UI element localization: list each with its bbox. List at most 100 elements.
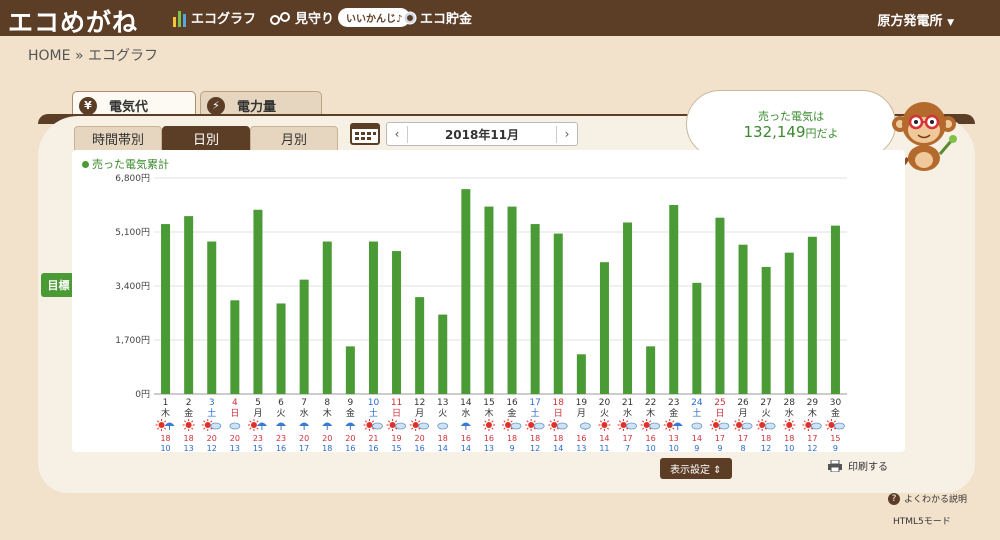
help-link[interactable]: ? よくわかる説明 (888, 492, 967, 505)
high-temp-label: 17 (738, 434, 748, 443)
low-temp-label: 16 (345, 444, 355, 452)
bar (669, 205, 679, 394)
low-temp-label: 13 (576, 444, 586, 452)
sun-icon (643, 422, 650, 428)
tab-monthly[interactable]: 月別 (250, 126, 338, 151)
bar (161, 224, 171, 394)
sun-icon (528, 422, 535, 428)
umbrella-icon (299, 422, 310, 426)
sun-icon (485, 422, 492, 428)
print-button[interactable]: 印刷する (828, 458, 888, 473)
sun-ray (718, 420, 721, 423)
x-day-label: 9 (347, 398, 353, 408)
sun-ray (533, 420, 536, 423)
sun-ray (803, 427, 806, 430)
bar (392, 251, 402, 394)
calendar-icon[interactable] (350, 121, 380, 145)
date-selector: ‹ 2018年11月 › (386, 122, 578, 146)
low-temp-label: 14 (438, 444, 448, 452)
sun-ray (626, 420, 629, 423)
glasses-icon (270, 11, 290, 25)
cloud-icon (437, 422, 449, 430)
bar (830, 225, 840, 394)
sun-ray (164, 427, 167, 430)
sun-ray (757, 420, 760, 423)
umbrella-icon (276, 422, 287, 426)
umbrella-icon (345, 422, 356, 426)
bar (276, 303, 286, 394)
tab-time-zone[interactable]: 時間帯別 (74, 126, 162, 151)
sun-ray (156, 420, 160, 423)
question-icon: ? (888, 492, 900, 505)
html5-mode-link[interactable]: HTML5モード (893, 514, 951, 527)
breadcrumb-home[interactable]: HOME (28, 48, 70, 64)
high-temp-label: 16 (576, 434, 586, 443)
plant-selector[interactable]: 原方発電所 ▼ (878, 10, 954, 29)
bar (807, 236, 817, 394)
nav-watch[interactable]: 見守り いいかんじ♪ (270, 8, 411, 27)
cloud-icon (418, 422, 430, 430)
bubble-title: 売った電気は (758, 110, 824, 123)
nav-eco-savings[interactable]: エコ貯金 (403, 8, 472, 27)
y-tick-label: 5,100円 (115, 227, 150, 238)
low-temp-label: 13 (230, 444, 240, 452)
sun-ray (734, 420, 737, 423)
x-day-label: 28 (784, 398, 796, 408)
high-temp-label: 18 (438, 434, 448, 443)
sun-ray (618, 420, 622, 423)
cloud-icon (691, 422, 703, 430)
sun-ray (711, 420, 714, 423)
sun-ray (784, 427, 787, 430)
low-temp-label: 16 (368, 444, 378, 452)
tab-daily[interactable]: 日別 (162, 126, 250, 151)
sun-ray (411, 427, 414, 430)
sun-ray (510, 420, 513, 423)
sun-icon (805, 422, 812, 428)
x-weekday-label: 金 (831, 407, 840, 419)
sun-ray (503, 427, 506, 430)
high-temp-label: 20 (322, 434, 332, 443)
display-settings-button[interactable]: 表示設定 ⇕ (660, 458, 732, 479)
sun-ray (184, 420, 187, 423)
sun-icon (786, 422, 793, 428)
high-temp-label: 18 (761, 434, 771, 443)
low-temp-label: 12 (761, 444, 771, 452)
x-weekday-label: 金 (508, 407, 517, 419)
sun-ray (249, 427, 252, 430)
high-temp-label: 18 (160, 434, 170, 443)
sold-electricity-bubble: 売った電気は 132,149円だよ (686, 90, 896, 158)
sun-ray (665, 420, 668, 423)
high-temp-label: 18 (184, 434, 194, 443)
bar (784, 252, 794, 394)
sun-ray (606, 420, 610, 423)
sun-ray (387, 420, 391, 423)
x-day-label: 25 (714, 398, 725, 408)
bar (322, 241, 332, 394)
x-weekday-label: 火 (438, 408, 447, 419)
bar (761, 266, 771, 394)
cloud-icon (741, 422, 753, 430)
x-day-label: 20 (599, 398, 611, 408)
sun-icon (204, 422, 211, 428)
cloud-icon (764, 422, 776, 430)
sun-ray (642, 427, 645, 430)
high-temp-label: 13 (669, 434, 679, 443)
sun-ray (599, 427, 602, 430)
x-weekday-label: 水 (300, 407, 309, 419)
high-temp-label: 23 (276, 434, 286, 443)
daily-bar-chart: 0円1,700円3,400円5,100円6,800円1木18102金18133土… (115, 173, 847, 452)
nav-eco-graph[interactable]: エコグラフ (172, 8, 256, 27)
bar (576, 354, 586, 394)
x-weekday-label: 月 (415, 408, 424, 419)
bar (184, 216, 194, 394)
sun-icon (505, 422, 512, 428)
next-month-button[interactable]: › (557, 127, 577, 141)
high-temp-label: 16 (461, 434, 471, 443)
app-logo[interactable]: エコめがね (8, 3, 138, 39)
sun-ray (803, 420, 806, 423)
bar (507, 206, 517, 394)
sun-icon (736, 422, 743, 428)
prev-month-button[interactable]: ‹ (387, 127, 407, 141)
umbrella-icon (460, 422, 471, 426)
bar (345, 346, 355, 394)
